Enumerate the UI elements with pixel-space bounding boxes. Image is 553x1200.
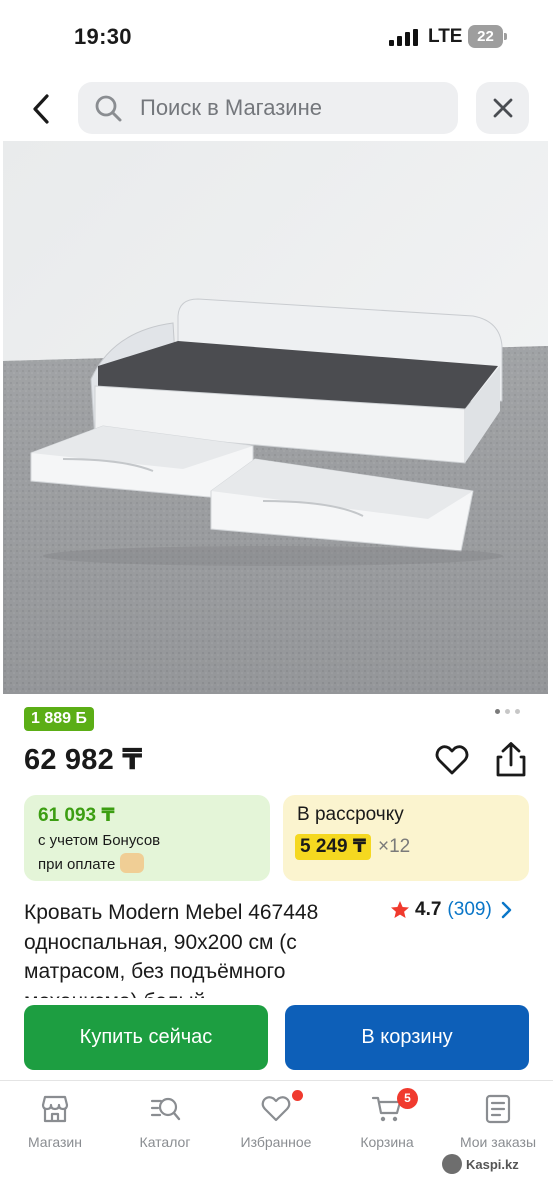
bonus-badge-value: 1 889 xyxy=(31,710,76,727)
installment-title: В рассрочку xyxy=(297,804,404,825)
carousel-dot-1[interactable] xyxy=(495,709,500,714)
search-icon xyxy=(95,95,122,122)
kaspi-logo-icon xyxy=(442,1154,462,1174)
installment-card[interactable]: В рассрочку 5 249 ₸ ×12 xyxy=(283,795,529,881)
chevron-left-icon xyxy=(33,94,49,124)
product-price: 62 982 ₸ xyxy=(24,744,143,776)
buy-now-button[interactable]: Купить сейчас xyxy=(24,1005,268,1070)
add-to-cart-button[interactable]: В корзину xyxy=(285,1005,529,1070)
product-photo[interactable] xyxy=(3,141,548,694)
bottom-navigation: Магазин Каталог Избранное 5 Корзина Мои … xyxy=(0,1080,553,1200)
status-bar: 19:30 LTE 22 xyxy=(0,0,553,70)
bonus-card-line2-text: при оплате xyxy=(38,855,116,873)
nav-label-cart: Корзина xyxy=(360,1134,414,1150)
chevron-right-icon xyxy=(501,901,511,919)
installment-amount: 5 249 ₸ xyxy=(295,834,372,860)
share-button[interactable] xyxy=(493,741,529,779)
heart-icon xyxy=(435,745,469,775)
bonus-price-card[interactable]: 61 093 ₸ с учетом Бонусов при оплате xyxy=(24,795,270,881)
bonus-card-line1: с учетом Бонусов xyxy=(38,832,161,849)
bonus-price: 61 093 ₸ xyxy=(38,805,115,826)
review-count[interactable]: (309) xyxy=(447,899,491,921)
battery-icon: 22 xyxy=(468,25,508,48)
nav-item-orders[interactable]: Мои заказы xyxy=(443,1081,553,1161)
star-icon xyxy=(391,901,409,918)
heart-icon xyxy=(261,1096,291,1122)
back-button[interactable] xyxy=(20,88,62,130)
cart-count-badge: 5 xyxy=(397,1088,418,1109)
store-icon xyxy=(41,1095,69,1123)
nav-item-catalog[interactable]: Каталог xyxy=(110,1081,220,1161)
catalog-search-icon xyxy=(150,1097,181,1121)
signal-icon xyxy=(389,29,418,46)
bed-illustration xyxy=(3,141,548,694)
share-icon xyxy=(496,742,526,777)
carousel-dot-2[interactable] xyxy=(505,709,510,714)
nav-item-favorites[interactable]: Избранное xyxy=(221,1081,331,1161)
battery-level: 22 xyxy=(468,25,503,48)
search-box[interactable]: Поиск в Магазине xyxy=(78,82,458,134)
nav-label-store: Магазин xyxy=(27,1134,82,1150)
bonus-badge: 1 889 Ƃ xyxy=(24,707,94,731)
nav-item-store[interactable]: Магазин xyxy=(0,1081,110,1161)
close-icon xyxy=(493,98,512,118)
carousel-dot-3[interactable] xyxy=(515,709,520,714)
carousel-dots xyxy=(495,709,520,714)
installment-months: ×12 xyxy=(378,836,411,857)
watermark-text: Kaspi.kz xyxy=(466,1156,519,1172)
orders-icon xyxy=(485,1094,511,1124)
search-input[interactable]: Поиск в Магазине xyxy=(140,82,322,134)
network-label: LTE xyxy=(428,26,463,47)
nav-label-favorites: Избранное xyxy=(240,1134,312,1150)
battery-cap xyxy=(504,33,507,40)
favorites-dot xyxy=(292,1090,303,1101)
kaspi-card-icon xyxy=(120,853,145,873)
nav-label-orders: Мои заказы xyxy=(459,1134,537,1150)
rating-value: 4.7 xyxy=(415,899,442,920)
bonus-coin-icon: Ƃ xyxy=(75,710,87,727)
nav-label-catalog: Каталог xyxy=(139,1134,191,1150)
favorite-button[interactable] xyxy=(434,742,470,778)
product-title: Кровать Modern Mebel 467448 односпальная… xyxy=(24,901,319,998)
status-time: 19:30 xyxy=(74,24,132,49)
kaspi-watermark: Kaspi.kz xyxy=(442,1153,519,1175)
bonus-card-line2: при оплате xyxy=(38,853,145,875)
nav-item-cart[interactable]: 5 Корзина xyxy=(332,1081,442,1161)
close-button[interactable] xyxy=(476,82,529,134)
rating-link[interactable]: 4.7 (309) xyxy=(390,898,512,922)
